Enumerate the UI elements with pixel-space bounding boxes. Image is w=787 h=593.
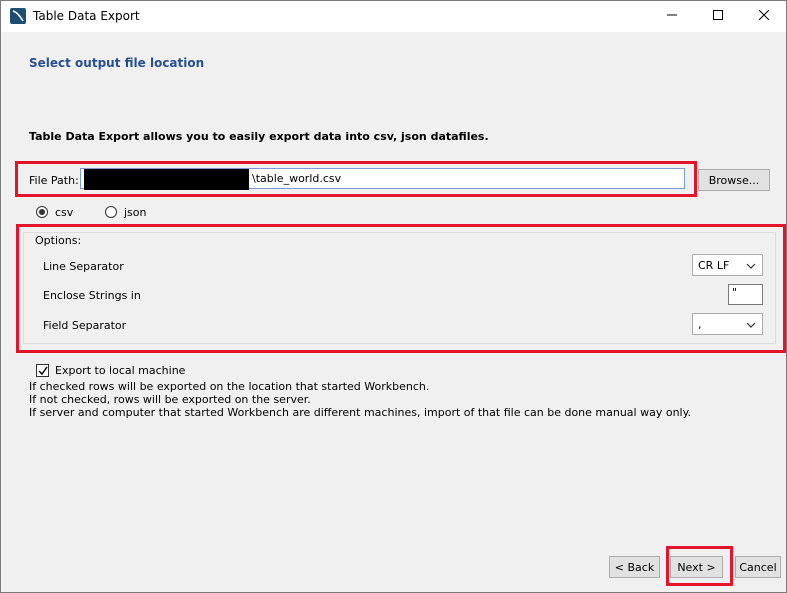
cancel-button-label: Cancel — [739, 560, 777, 574]
browse-button[interactable]: Browse... — [698, 169, 770, 191]
export-note-3: If server and computer that started Work… — [29, 406, 692, 419]
export-note-1: If checked rows will be exported on the … — [29, 380, 430, 393]
minimize-icon — [667, 10, 677, 23]
highlight-file-path — [15, 161, 697, 197]
dialog-content: Select output file location Table Data E… — [1, 32, 786, 592]
close-button[interactable] — [741, 1, 787, 32]
header-band: Select output file location — [1, 32, 786, 98]
json-radio[interactable] — [105, 206, 117, 218]
page-title: Select output file location — [29, 56, 205, 70]
maximize-icon — [713, 10, 723, 23]
intro-text: Table Data Export allows you to easily e… — [29, 130, 489, 143]
export-note-2: If not checked, rows will be exported on… — [29, 393, 311, 406]
maximize-button[interactable] — [695, 1, 741, 32]
export-local-label[interactable]: Export to local machine — [55, 364, 185, 377]
highlight-next-button — [666, 546, 733, 586]
csv-radio-label[interactable]: csv — [55, 206, 73, 219]
json-radio-label[interactable]: json — [124, 206, 147, 219]
back-button[interactable]: < Back — [609, 556, 660, 578]
highlight-options — [16, 224, 786, 353]
radio-selected-dot — [39, 209, 45, 215]
export-local-checkbox[interactable] — [36, 364, 49, 377]
csv-radio[interactable] — [36, 206, 48, 218]
title-bar[interactable]: Table Data Export — [1, 1, 786, 32]
browse-button-label: Browse... — [708, 173, 760, 187]
dialog-window: Table Data Export Select output file loc… — [0, 0, 787, 593]
back-button-label: < Back — [614, 560, 655, 574]
workbench-app-icon — [10, 8, 26, 24]
window-title: Table Data Export — [33, 9, 140, 23]
close-icon — [758, 9, 770, 23]
minimize-button[interactable] — [649, 1, 695, 32]
cancel-button[interactable]: Cancel — [735, 556, 781, 578]
